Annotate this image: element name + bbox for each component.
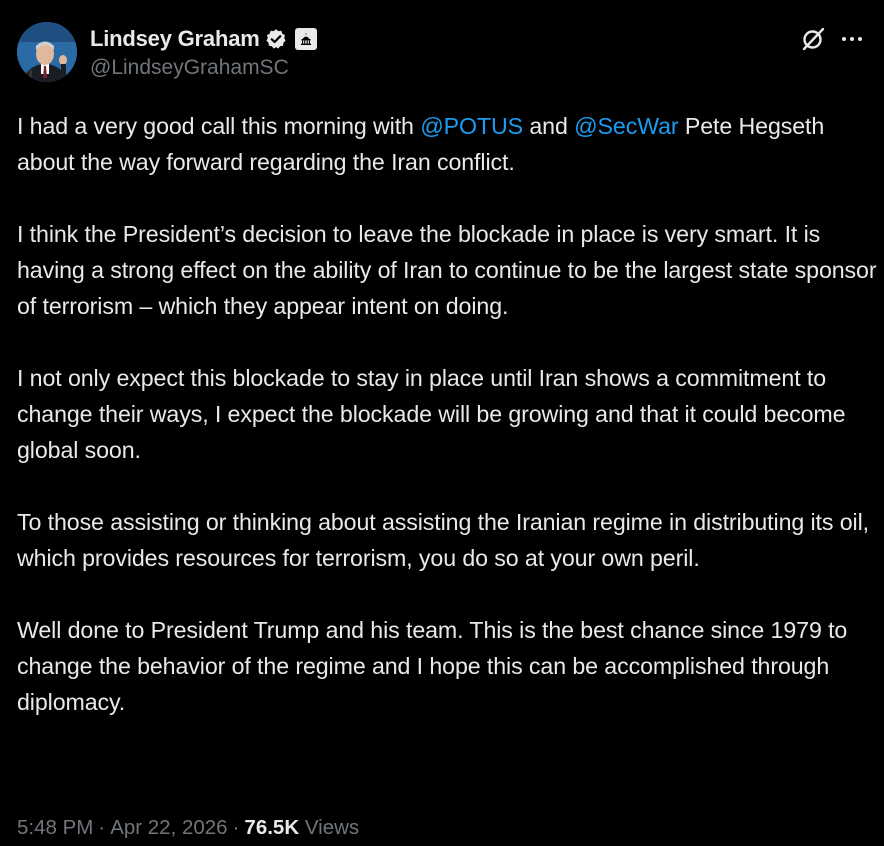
tweet-card: Lindsey Graham @LindseyGrahamSC I had a … — [0, 0, 884, 846]
views-label: Views — [304, 816, 360, 839]
meta-separator: · — [98, 816, 106, 839]
tweet-paragraph-1: I had a very good call this morning with… — [17, 108, 877, 180]
author-name-row: Lindsey Graham — [90, 24, 317, 54]
tweet-meta: 5:48 PM · Apr 22, 2026 · 76.5K Views — [17, 816, 359, 840]
header-actions — [800, 26, 864, 52]
meta-separator: · — [232, 816, 240, 839]
tweet-header: Lindsey Graham @LindseyGrahamSC — [17, 22, 864, 84]
author-block: Lindsey Graham @LindseyGrahamSC — [90, 24, 317, 80]
tweet-paragraph-3: I not only expect this blockade to stay … — [17, 365, 846, 463]
avatar-image — [17, 22, 77, 82]
more-options-icon[interactable] — [840, 27, 864, 51]
tweet-date[interactable]: Apr 22, 2026 — [110, 816, 227, 839]
grok-icon[interactable] — [800, 26, 826, 52]
tweet-text-segment: and — [523, 113, 575, 139]
mention-potus-link[interactable]: @POTUS — [420, 113, 523, 139]
author-display-name[interactable]: Lindsey Graham — [90, 26, 260, 52]
avatar[interactable] — [17, 22, 77, 82]
author-handle[interactable]: @LindseyGrahamSC — [90, 56, 317, 80]
mention-secwar-link[interactable]: @SecWar — [574, 113, 679, 139]
tweet-paragraph-4: To those assisting or thinking about ass… — [17, 509, 869, 571]
tweet-paragraph-5: Well done to President Trump and his tea… — [17, 617, 848, 715]
tweet-time[interactable]: 5:48 PM — [17, 816, 93, 839]
verified-badge-icon[interactable] — [265, 28, 287, 50]
capitol-building-icon[interactable] — [294, 28, 317, 50]
views-count[interactable]: 76.5K — [244, 816, 299, 839]
tweet-paragraph-2: I think the President’s decision to leav… — [17, 221, 877, 319]
tweet-text-segment: I had a very good call this morning with — [17, 113, 421, 139]
tweet-text: I had a very good call this morning with… — [17, 108, 877, 720]
